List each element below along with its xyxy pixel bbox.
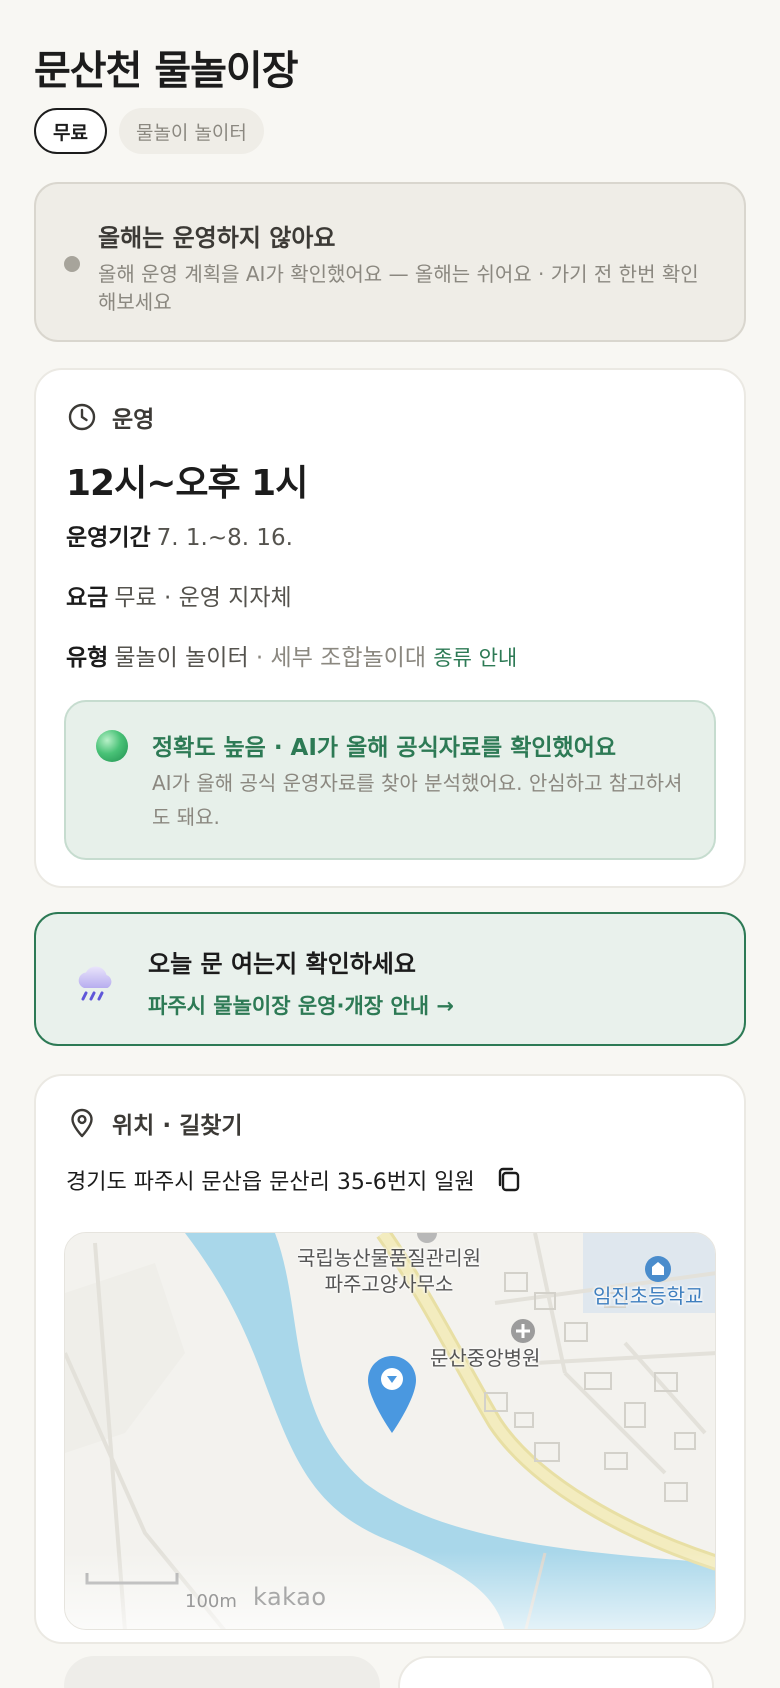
- accuracy-box: 정확도 높음 · AI가 올해 공식자료를 확인했어요 AI가 올해 공식 운영…: [64, 700, 716, 860]
- location-pin-icon: [71, 1108, 93, 1138]
- operation-card: 운영 12시~오후 1시 운영기간 7. 1.~8. 16. 요금 무료 · 운영 …: [34, 368, 746, 888]
- accuracy-orb-icon: [96, 730, 128, 762]
- map-scale-label: 100m: [185, 1591, 237, 1612]
- fee-label: 요금: [66, 585, 109, 611]
- notice-title: 올해는 운영하지 않아요: [98, 224, 336, 252]
- map-marker-icon[interactable]: [365, 1353, 419, 1435]
- tag-chips: 무료 물놀이 놀이터: [34, 108, 264, 154]
- accuracy-description: AI가 올해 공식 운영자료를 찾아 분석했어요. 안심하고 참고하셔도 돼요.: [152, 771, 683, 829]
- address-text: 경기도 파주시 문산읍 문산리 35-6번지 일원: [66, 1170, 475, 1195]
- action-button-left[interactable]: [64, 1656, 380, 1688]
- fee-row: 요금 무료 · 운영 지자체: [66, 578, 292, 612]
- period-row: 운영기간 7. 1.~8. 16.: [66, 518, 293, 552]
- location-card: 위치 · 길찾기 경기도 파주시 문산읍 문산리 35-6번지 일원 국립농산물…: [34, 1074, 746, 1644]
- location-heading: 위치 · 길찾기: [66, 1106, 243, 1140]
- action-button-right[interactable]: [398, 1656, 714, 1688]
- period-value: 7. 1.~8. 16.: [156, 525, 293, 551]
- closed-notice: 올해는 운영하지 않아요 올해 운영 계획을 AI가 확인했어요 — 올해는 쉬…: [34, 182, 746, 342]
- address-row: 경기도 파주시 문산읍 문산리 35-6번지 일원: [66, 1164, 525, 1196]
- operating-hours: 12시~오후 1시: [66, 463, 308, 504]
- operation-heading-label: 운영: [112, 407, 155, 433]
- copy-icon[interactable]: [493, 1164, 525, 1196]
- chip-free[interactable]: 무료: [34, 108, 107, 154]
- status-dot: [64, 256, 80, 272]
- rain-cloud-icon: [78, 966, 112, 1001]
- type-value: 물놀이 놀이터: [114, 645, 249, 671]
- map-poi-hospital: 문산중앙병원: [430, 1346, 541, 1370]
- chip-category[interactable]: 물놀이 놀이터: [118, 108, 264, 154]
- page-title: 문산천 물놀이장: [34, 48, 299, 94]
- type-guide-link[interactable]: 종류 안내: [433, 646, 517, 670]
- accuracy-title: 정확도 높음 · AI가 올해 공식자료를 확인했어요: [152, 735, 617, 761]
- map-brand-logo: kakao: [253, 1583, 327, 1611]
- today-check-banner[interactable]: 오늘 문 여는지 확인하세요 파주시 물놀이장 운영·개장 안내 →: [34, 912, 746, 1046]
- location-heading-label: 위치 · 길찾기: [112, 1113, 243, 1139]
- page: 문산천 물놀이장 무료 물놀이 놀이터 올해는 운영하지 않아요 올해 운영 계…: [0, 0, 780, 1688]
- fee-value: 무료 · 운영 지자체: [114, 585, 292, 611]
- type-label: 유형: [66, 645, 109, 671]
- map-poi-office: 국립농산물품질관리원 파주고양사무소: [297, 1246, 481, 1296]
- type-row: 유형 물놀이 놀이터 · 세부 조합놀이대 종류 안내: [66, 638, 517, 672]
- period-label: 운영기간: [66, 525, 151, 551]
- type-detail: · 세부 조합놀이대: [255, 645, 426, 671]
- location-map[interactable]: 국립농산물품질관리원 파주고양사무소 문산중앙병원 임진초등학교 100m ka…: [64, 1232, 716, 1630]
- today-title: 오늘 문 여는지 확인하세요: [148, 950, 416, 978]
- operation-heading: 운영: [66, 400, 154, 434]
- today-guide-link[interactable]: 파주시 물놀이장 운영·개장 안내 →: [148, 990, 454, 1020]
- clock-icon: [68, 403, 96, 431]
- map-poi-school: 임진초등학교: [593, 1284, 704, 1308]
- notice-description: 올해 운영 계획을 AI가 확인했어요 — 올해는 쉬어요 · 가기 전 한번 …: [98, 262, 699, 314]
